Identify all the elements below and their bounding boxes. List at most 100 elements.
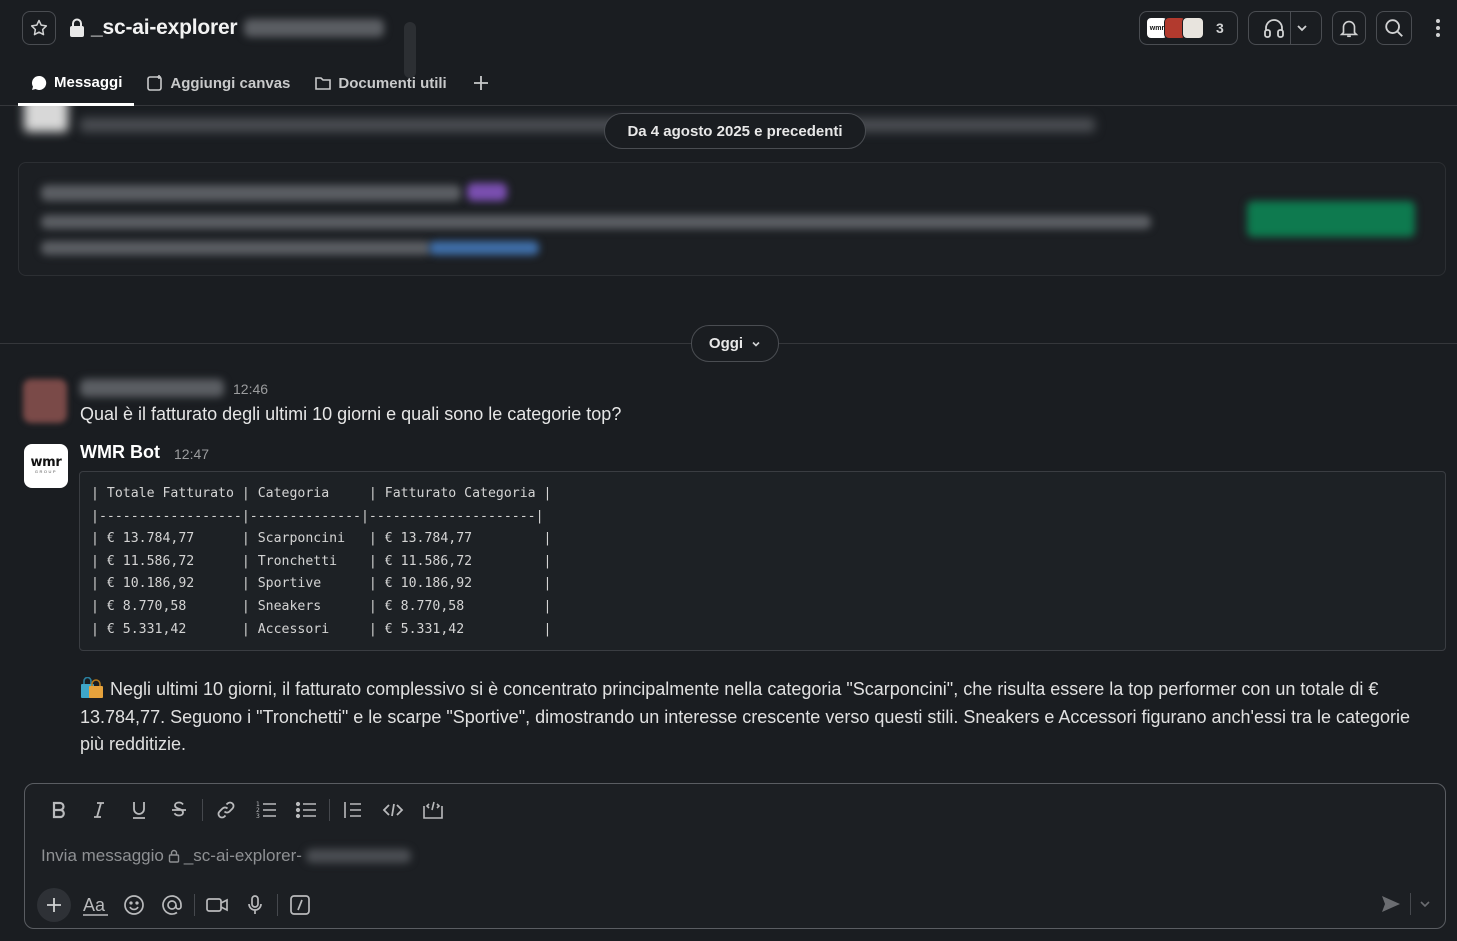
toolbar-separator — [194, 894, 195, 916]
tab-messaggi[interactable]: Messaggi — [18, 62, 135, 106]
chevron-down-icon — [752, 341, 760, 347]
formatting-toolbar: 123 — [39, 794, 453, 826]
audio-clip-button[interactable] — [236, 888, 274, 922]
microphone-icon — [248, 895, 262, 914]
blurred-card — [18, 162, 1446, 276]
video-camera-icon — [206, 898, 228, 912]
bot-name[interactable]: WMR Bot — [80, 442, 160, 463]
underline-button[interactable] — [119, 794, 159, 826]
summary-text: Negli ultimi 10 giorni, il fatturato com… — [80, 679, 1411, 754]
toolbar-separator — [277, 894, 278, 916]
placeholder-text: Invia messaggio — [41, 846, 164, 865]
channel-tabs: Messaggi Aggiungi canvas Documenti utili — [18, 62, 503, 106]
date-separator-pill[interactable]: Da 4 agosto 2025 e precedenti — [604, 113, 866, 149]
revenue-table-code: | Totale Fatturato | Categoria | Fattura… — [91, 486, 552, 637]
search-icon — [1385, 19, 1403, 37]
send-button[interactable] — [1380, 893, 1402, 915]
italic-icon — [94, 802, 104, 818]
link-icon — [217, 801, 235, 819]
user-avatar[interactable] — [23, 379, 67, 423]
bot-avatar-sublogo: GROUP — [34, 469, 58, 474]
formatting-toggle-button[interactable]: Aa — [77, 888, 115, 922]
channel-name: _sc-ai-explorer — [91, 16, 238, 39]
channel-name-button[interactable]: _sc-ai-explorer — [68, 12, 385, 44]
lock-icon — [70, 18, 84, 37]
code-icon — [382, 803, 404, 817]
mention-button[interactable] — [153, 888, 191, 922]
members-button[interactable]: wmr 3 — [1139, 11, 1238, 45]
bold-button[interactable] — [39, 794, 79, 826]
placeholder-channel: _sc-ai-explorer- — [183, 846, 302, 865]
video-clip-button[interactable] — [198, 888, 236, 922]
bot-avatar[interactable]: wmr GROUP — [24, 444, 68, 488]
star-icon — [30, 19, 48, 36]
link-button[interactable] — [206, 794, 246, 826]
send-controls — [1380, 893, 1431, 915]
bold-icon — [52, 801, 65, 819]
attach-plus-button[interactable] — [37, 888, 71, 922]
message-timestamp[interactable]: 12:47 — [174, 446, 209, 462]
placeholder-channel-redacted — [305, 849, 411, 863]
tab-label: Messaggi — [54, 74, 123, 91]
channel-name-redacted — [244, 19, 385, 37]
bell-icon — [1339, 20, 1359, 38]
notifications-button[interactable] — [1332, 11, 1366, 45]
tab-label: Aggiungi canvas — [170, 74, 291, 92]
tab-documenti-utili[interactable]: Documenti utili — [302, 62, 458, 104]
search-button[interactable] — [1376, 11, 1412, 45]
slash-command-button[interactable] — [281, 888, 319, 922]
user-name-redacted[interactable] — [80, 379, 224, 397]
lock-icon — [168, 849, 180, 863]
italic-button[interactable] — [79, 794, 119, 826]
add-tab-button[interactable] — [459, 62, 503, 104]
strikethrough-icon — [172, 801, 186, 817]
schedule-send-button[interactable] — [1419, 898, 1431, 910]
blockquote-icon — [344, 802, 361, 818]
chevron-down-icon — [1420, 901, 1430, 908]
svg-text:3: 3 — [256, 813, 260, 820]
composer-bottom-bar: Aa — [37, 887, 319, 923]
send-separator — [1410, 893, 1411, 915]
at-sign-icon — [162, 895, 182, 915]
strikethrough-button[interactable] — [159, 794, 199, 826]
code-button[interactable] — [373, 794, 413, 826]
headphones-icon — [1263, 19, 1284, 38]
channel-header: _sc-ai-explorer wmr 3 Messaggi Aggiungi … — [0, 0, 1457, 106]
kebab-icon — [1436, 19, 1440, 37]
text-format-icon: Aa — [83, 895, 108, 916]
message-bubble-icon — [32, 75, 47, 90]
chevron-down-icon[interactable] — [1295, 21, 1309, 35]
folder-icon — [315, 77, 332, 90]
today-label: Oggi — [708, 335, 744, 352]
member-count: 3 — [1216, 20, 1224, 36]
huddle-separator — [1289, 11, 1291, 45]
today-divider-button[interactable]: Oggi — [691, 325, 779, 362]
huddle-button[interactable] — [1248, 11, 1322, 45]
bot-avatar-logo: wmr — [30, 455, 62, 470]
star-channel-button[interactable] — [22, 11, 56, 45]
bulleted-list-icon — [295, 801, 316, 819]
code-block-button[interactable] — [413, 794, 453, 826]
svg-text:Aa: Aa — [83, 895, 106, 915]
more-options-button[interactable] — [1428, 14, 1448, 42]
message-timestamp[interactable]: 12:46 — [233, 381, 268, 397]
ordered-list-icon: 123 — [256, 801, 276, 820]
plus-icon — [47, 898, 61, 912]
bulleted-list-button[interactable] — [286, 794, 326, 826]
send-icon — [1382, 896, 1400, 912]
emoji-button[interactable] — [115, 888, 153, 922]
message-input[interactable]: Invia messaggio _sc-ai-explorer- — [41, 846, 411, 866]
underline-icon — [133, 802, 145, 819]
code-block: | Totale Fatturato | Categoria | Fattura… — [79, 471, 1446, 651]
tab-aggiungi-canvas[interactable]: Aggiungi canvas — [134, 62, 302, 104]
toolbar-separator — [329, 799, 330, 821]
toolbar-separator — [202, 799, 203, 821]
member-avatar — [1182, 17, 1204, 39]
message-text: Qual è il fatturato degli ultimi 10 gior… — [80, 404, 622, 424]
message-composer[interactable]: 123 Invia messaggio _sc-ai-explorer- Aa — [24, 783, 1446, 929]
ordered-list-button[interactable]: 123 — [246, 794, 286, 826]
tab-label: Documenti utili — [338, 74, 447, 92]
blockquote-button[interactable] — [333, 794, 373, 826]
canvas-icon — [147, 75, 163, 91]
bot-summary: Negli ultimi 10 giorni, il fatturato com… — [80, 676, 1420, 759]
